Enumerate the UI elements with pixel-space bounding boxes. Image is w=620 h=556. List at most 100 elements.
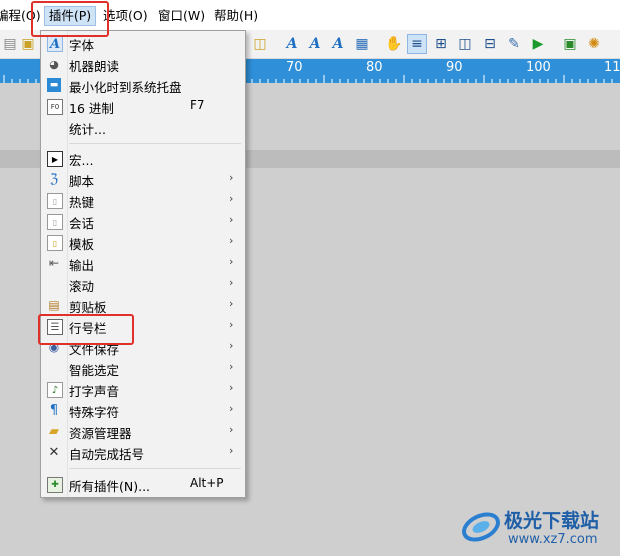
menu-item-label: 脚本 bbox=[69, 174, 95, 189]
settings-icon[interactable]: ✺ bbox=[584, 34, 604, 54]
music-note-icon: ♪ bbox=[47, 382, 63, 398]
folder-icon: ▰ bbox=[49, 423, 59, 439]
split-vertical-icon[interactable]: ◫ bbox=[455, 34, 475, 54]
menu-item-scroll[interactable]: 滚动 › bbox=[41, 274, 245, 295]
menu-item-shortcut: Alt+P bbox=[190, 476, 224, 490]
menu-item-label: 16 进制 bbox=[69, 101, 114, 116]
menu-item-label: 滚动 bbox=[69, 279, 95, 294]
menu-item-auto-brackets[interactable]: ✕ 自动完成括号 › bbox=[41, 442, 245, 463]
submenu-arrow-icon: › bbox=[229, 297, 234, 310]
plugin-menu: A 字体 ◕ 机器朗读 ▬ 最小化时到系统托盘 F0 16 进制 F7 统计..… bbox=[40, 30, 246, 498]
word-wrap-icon[interactable]: ≡ bbox=[407, 34, 427, 54]
font-grow-icon[interactable]: A bbox=[305, 34, 325, 54]
menu-item-clipboard[interactable]: ▤ 剪贴板 › bbox=[41, 295, 245, 316]
hotkey-icon: ▯ bbox=[47, 193, 63, 209]
menu-item-typing-sound[interactable]: ♪ 打字声音 › bbox=[41, 379, 245, 400]
highlight-plugins-menu bbox=[31, 1, 109, 37]
menu-item-hex[interactable]: F0 16 进制 F7 bbox=[41, 96, 245, 117]
html-icon[interactable]: ▣ bbox=[560, 34, 580, 54]
menu-item-all-plugins[interactable]: ✚ 所有插件(N)... Alt+P bbox=[41, 474, 245, 495]
menu-item-explorer[interactable]: ▰ 资源管理器 › bbox=[41, 421, 245, 442]
menu-item-output[interactable]: ⇤ 输出 › bbox=[41, 253, 245, 274]
menu-item-label: 智能选定 bbox=[69, 363, 120, 378]
ruler-label-70: 70 bbox=[286, 60, 303, 75]
highlight-line-number-item bbox=[38, 314, 134, 345]
ruler-label-110: 11 bbox=[604, 60, 620, 75]
menu-item-label: 字体 bbox=[69, 38, 95, 53]
menu-item-smart-select[interactable]: 智能选定 › bbox=[41, 358, 245, 379]
grid-icon[interactable]: ▦ bbox=[352, 34, 372, 54]
menu-item-script[interactable]: ℨ 脚本 › bbox=[41, 169, 245, 190]
watermark: 极光下载站 www.xz7.com bbox=[458, 500, 620, 556]
menu-window[interactable]: 窗口(W) bbox=[158, 7, 205, 25]
menu-item-hotkey[interactable]: ▯ 热键 › bbox=[41, 190, 245, 211]
tray-icon: ▬ bbox=[47, 78, 61, 92]
submenu-arrow-icon: › bbox=[229, 381, 234, 394]
submenu-arrow-icon: › bbox=[229, 234, 234, 247]
menu-item-statistics[interactable]: 统计... bbox=[41, 117, 245, 138]
submenu-arrow-icon: › bbox=[229, 192, 234, 205]
menu-item-label: 最小化时到系统托盘 bbox=[69, 80, 182, 95]
macro-icon: ▶ bbox=[47, 151, 63, 167]
submenu-arrow-icon: › bbox=[229, 276, 234, 289]
paste-icon[interactable]: ▣ bbox=[18, 34, 38, 54]
plugin-icon: ✚ bbox=[47, 477, 63, 493]
speaker-icon: ◕ bbox=[49, 57, 59, 71]
watermark-title: 极光下载站 bbox=[504, 510, 600, 532]
submenu-arrow-icon: › bbox=[229, 444, 234, 457]
menu-options[interactable]: 选项(O) bbox=[103, 7, 148, 25]
menu-item-read-aloud[interactable]: ◕ 机器朗读 bbox=[41, 54, 245, 75]
menu-item-label: 打字声音 bbox=[69, 384, 120, 399]
menu-item-label: 机器朗读 bbox=[69, 59, 120, 74]
ruler-label-80: 80 bbox=[366, 60, 383, 75]
menu-item-session[interactable]: ▯ 会话 › bbox=[41, 211, 245, 232]
menu-help[interactable]: 帮助(H) bbox=[214, 7, 258, 25]
menu-separator bbox=[69, 143, 241, 144]
hex-icon: F0 bbox=[47, 99, 63, 115]
clipboard-icon: ▤ bbox=[48, 298, 60, 312]
menu-separator bbox=[69, 468, 241, 469]
submenu-arrow-icon: › bbox=[229, 423, 234, 436]
run-icon[interactable]: ▶ bbox=[528, 34, 548, 54]
font-a-icon: A bbox=[47, 36, 63, 52]
menu-item-label: 统计... bbox=[69, 122, 106, 137]
brackets-icon: ✕ bbox=[48, 444, 60, 460]
menu-item-label: 宏... bbox=[69, 153, 94, 168]
watermark-logo-icon bbox=[462, 512, 500, 542]
menu-item-label: 资源管理器 bbox=[69, 426, 132, 441]
wrench-icon[interactable]: ✎ bbox=[504, 34, 524, 54]
font-shrink-icon[interactable]: A bbox=[328, 34, 348, 54]
ruler-label-90: 90 bbox=[446, 60, 463, 75]
watermark-url: www.xz7.com bbox=[508, 532, 598, 547]
ruler-label-100: 100 bbox=[526, 60, 551, 75]
session-icon: ▯ bbox=[47, 214, 63, 230]
menu-item-label: 会话 bbox=[69, 216, 95, 231]
copy-icon[interactable]: ▤ bbox=[0, 34, 20, 54]
menu-item-label: 热键 bbox=[69, 195, 95, 210]
menu-item-label: 输出 bbox=[69, 258, 95, 273]
pilcrow-icon: ¶ bbox=[49, 402, 59, 418]
submenu-arrow-icon: › bbox=[229, 213, 234, 226]
menu-item-label: 模板 bbox=[69, 237, 95, 252]
submenu-arrow-icon: › bbox=[229, 255, 234, 268]
split-horizontal-icon[interactable]: ⊟ bbox=[480, 34, 500, 54]
script-icon: ℨ bbox=[49, 171, 58, 187]
submenu-arrow-icon: › bbox=[229, 171, 234, 184]
menu-item-special-chars[interactable]: ¶ 特殊字符 › bbox=[41, 400, 245, 421]
template-icon: ▯ bbox=[47, 235, 63, 251]
submenu-arrow-icon: › bbox=[229, 318, 234, 331]
output-icon: ⇤ bbox=[48, 256, 60, 270]
menu-item-shortcut: F7 bbox=[190, 98, 205, 112]
submenu-arrow-icon: › bbox=[229, 402, 234, 415]
menu-item-label: 所有插件(N)... bbox=[69, 479, 151, 494]
menu-item-minimize-tray[interactable]: ▬ 最小化时到系统托盘 bbox=[41, 75, 245, 96]
menu-item-label: 特殊字符 bbox=[69, 405, 120, 420]
menu-item-template[interactable]: ▯ 模板 › bbox=[41, 232, 245, 253]
submenu-arrow-icon: › bbox=[229, 339, 234, 352]
menu-item-macro[interactable]: ▶ 宏... bbox=[41, 148, 245, 169]
table-icon[interactable]: ⊞ bbox=[431, 34, 451, 54]
font-tb-icon[interactable]: A bbox=[282, 34, 302, 54]
clipboard-tb-icon[interactable]: ◫ bbox=[250, 34, 270, 54]
submenu-arrow-icon: › bbox=[229, 360, 234, 373]
hand-icon[interactable]: ✋ bbox=[384, 34, 404, 54]
